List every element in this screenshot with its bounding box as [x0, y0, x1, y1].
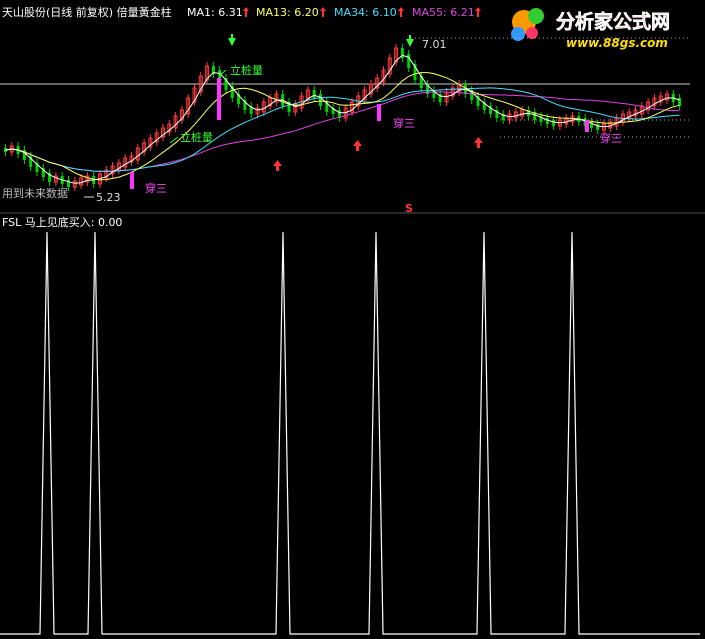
- future-data-label: 用到未来数据: [2, 186, 68, 200]
- gold-bar: [377, 104, 381, 121]
- up-arrow-icon: [273, 137, 483, 171]
- candle-body: [552, 120, 556, 126]
- indicator-label: FSL 马上见底买入: 0.00: [2, 215, 122, 229]
- ma13-label: MA13: 6.20: [256, 6, 319, 19]
- chart-title: 天山股份(日线 前复权) 倍量黃金柱: [2, 5, 172, 19]
- chuansan-label: 穿三: [145, 181, 167, 195]
- gold-bar: [217, 78, 221, 120]
- fsl-line: [0, 231, 700, 635]
- candle-body: [407, 54, 411, 68]
- down-arrow-icon: [228, 34, 414, 47]
- lizhuang-label: 立桩量: [230, 63, 263, 77]
- chart-canvas: 天山股份(日线 前复权) 倍量黃金柱 MA1: 6.31 MA13: 6.20 …: [0, 5, 705, 635]
- watermark-url: www.88gs.com: [566, 36, 668, 50]
- candle-body: [596, 124, 600, 130]
- candle-body: [319, 94, 322, 106]
- gold-bar: [130, 172, 134, 189]
- gold-bar: [585, 120, 589, 132]
- ma55-label: MA55: 6.21: [412, 6, 475, 19]
- candle-body: [312, 90, 316, 98]
- lizhuang-label: 立桩量: [180, 130, 213, 144]
- ma13-line: [5, 72, 680, 181]
- candle-body: [545, 118, 549, 124]
- chuansan-label: 穿三: [393, 116, 415, 130]
- watermark-name: 分析家公式网: [556, 10, 670, 33]
- ma34-label: MA34: 6.10: [334, 6, 397, 19]
- ma55-line: [5, 91, 680, 172]
- candles: [4, 44, 682, 191]
- high-price-label: 7.01: [422, 38, 447, 51]
- ma1-line: [5, 54, 680, 184]
- chuansan-label: 穿三: [600, 131, 622, 145]
- watermark-logo: 分析家公式网 www.88gs.com: [511, 8, 670, 50]
- ma1-label: MA1: 6.31: [187, 6, 243, 19]
- ma34-line: [5, 87, 680, 172]
- low-price-label: 5.23: [96, 191, 121, 204]
